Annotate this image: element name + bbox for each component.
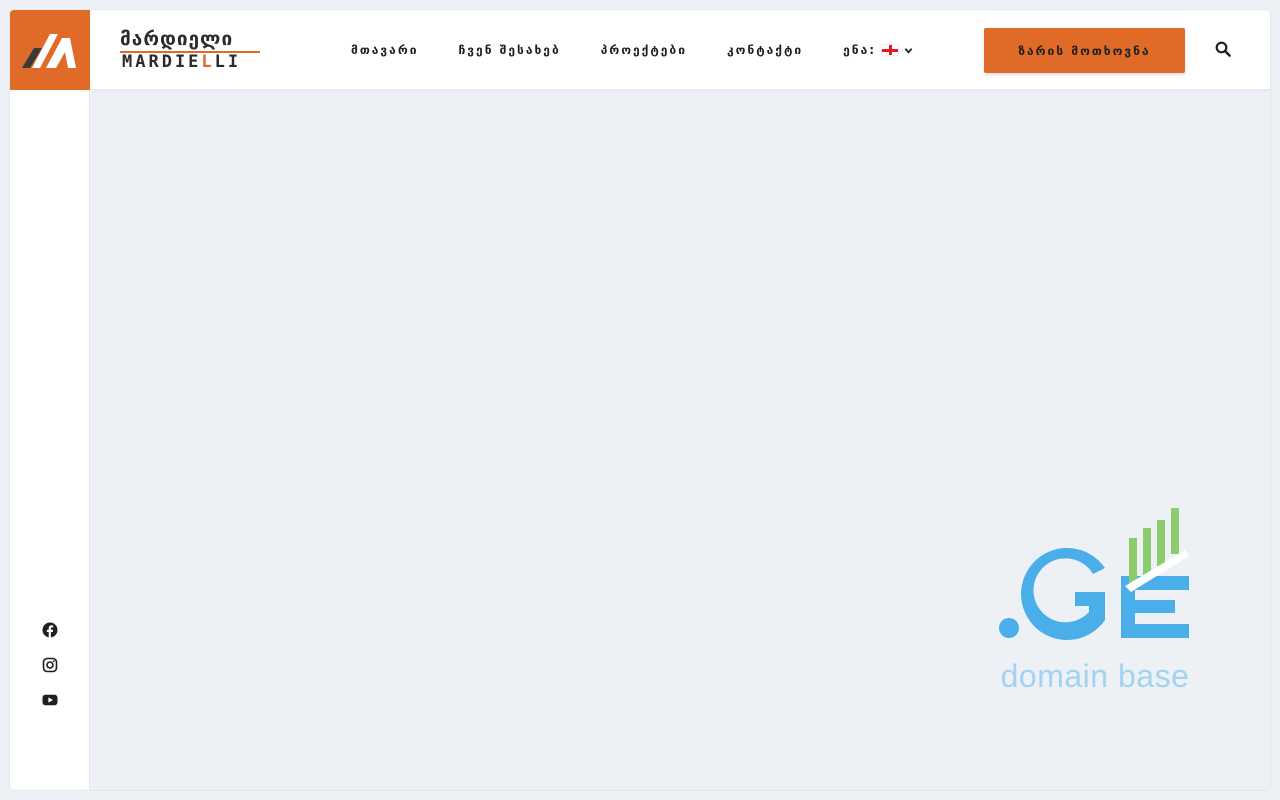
domain-base-watermark: domain base xyxy=(995,508,1195,698)
nav-item-home[interactable]: მთავარი xyxy=(351,43,418,57)
brand-logo-mark[interactable] xyxy=(10,10,90,90)
facebook-icon xyxy=(42,622,58,638)
mountain-logo-icon xyxy=(22,34,76,68)
left-sidebar xyxy=(10,90,90,790)
chevron-down-icon xyxy=(904,47,913,54)
browser-page: მარდიელი MARDIELLI მთავარი ჩვენ შესახებ … xyxy=(10,10,1270,790)
request-call-button[interactable]: ზარის მოთხოვნა xyxy=(984,28,1185,73)
nav-item-contact[interactable]: კონტაქტი xyxy=(727,43,803,57)
brand-wordmark[interactable]: მარდიელი MARDIELLI xyxy=(120,28,262,72)
georgia-flag-icon xyxy=(881,44,900,56)
nav-item-about[interactable]: ჩვენ შესახებ xyxy=(458,43,560,57)
search-button[interactable] xyxy=(1215,41,1233,59)
site-header: მარდიელი MARDIELLI მთავარი ჩვენ შესახებ … xyxy=(10,10,1270,90)
search-icon xyxy=(1215,41,1231,57)
brand-name-georgian: მარდიელი xyxy=(120,28,234,50)
youtube-icon xyxy=(42,694,58,706)
language-selector[interactable]: ენა: xyxy=(843,43,913,57)
ge-domain-logo-icon xyxy=(999,508,1189,640)
domain-base-caption: domain base xyxy=(1000,658,1190,694)
youtube-link[interactable] xyxy=(42,692,58,708)
brand-name-latin: MARDIELLI xyxy=(122,52,242,72)
instagram-link[interactable] xyxy=(42,657,58,673)
main-nav: მთავარი ჩვენ შესახებ პროექტები კონტაქტი … xyxy=(351,10,913,90)
instagram-icon xyxy=(42,657,58,673)
nav-item-projects[interactable]: პროექტები xyxy=(601,43,687,57)
language-label: ენა: xyxy=(843,43,877,57)
facebook-link[interactable] xyxy=(42,622,58,638)
